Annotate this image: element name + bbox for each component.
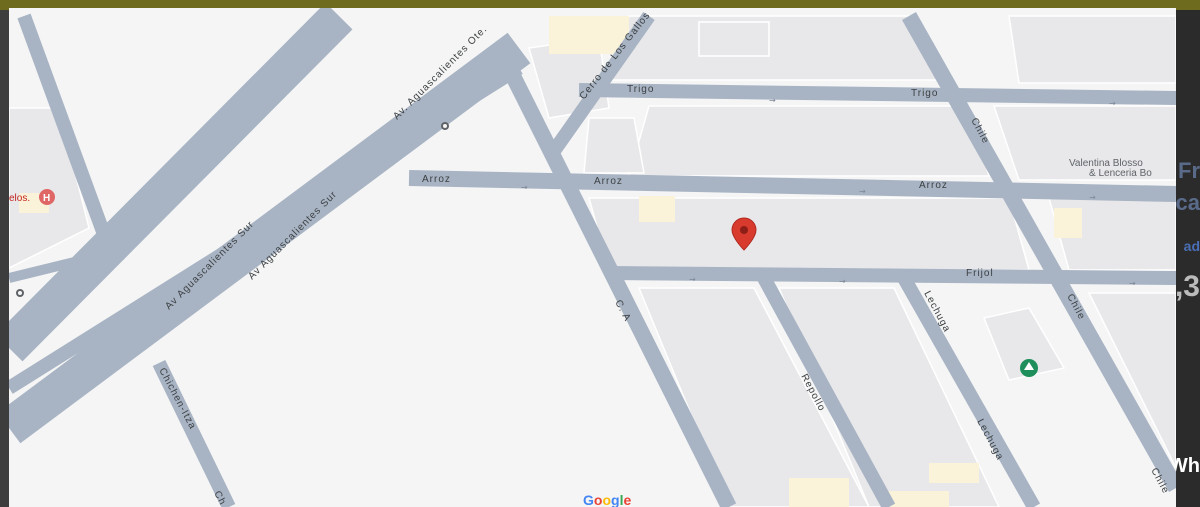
label-arroz-3: Arroz — [919, 180, 948, 191]
svg-text:→: → — [1129, 279, 1136, 288]
background-page-edge — [1176, 10, 1200, 507]
park-icon[interactable] — [1020, 359, 1038, 377]
svg-text:→: → — [769, 96, 776, 105]
bg-fragment-4: ,3 — [1174, 270, 1200, 303]
svg-text:→: → — [1089, 193, 1096, 202]
map-canvas[interactable]: → → → → → → → → Trigo Trigo Arroz Arroz … — [9, 8, 1176, 507]
hospital-label: elos. — [9, 193, 30, 204]
label-arroz-1: Arroz — [422, 174, 451, 185]
label-arroz-2: Arroz — [594, 176, 623, 187]
svg-text:→: → — [839, 277, 846, 286]
svg-text:Google: Google — [583, 492, 631, 507]
google-logo: Google — [583, 492, 631, 507]
bg-fragment-1: Fr — [1178, 158, 1200, 183]
label-trigo-2: Trigo — [911, 88, 938, 99]
poi-valentina-line2[interactable]: & Lenceria Bo — [1089, 168, 1152, 179]
map-view[interactable]: → → → → → → → → Trigo Trigo Arroz Arroz … — [9, 8, 1176, 507]
svg-text:→: → — [859, 187, 866, 196]
svg-text:→: → — [521, 183, 528, 192]
bg-fragment-3: ad — [1183, 238, 1200, 254]
label-trigo-1: Trigo — [627, 84, 654, 95]
svg-text:→: → — [1109, 99, 1116, 108]
svg-text:H: H — [43, 193, 50, 204]
svg-text:→: → — [689, 275, 696, 284]
bg-fragment-2: ca — [1175, 190, 1200, 215]
road-trigo — [578, 83, 1176, 105]
label-frijol: Frijol — [966, 268, 994, 279]
